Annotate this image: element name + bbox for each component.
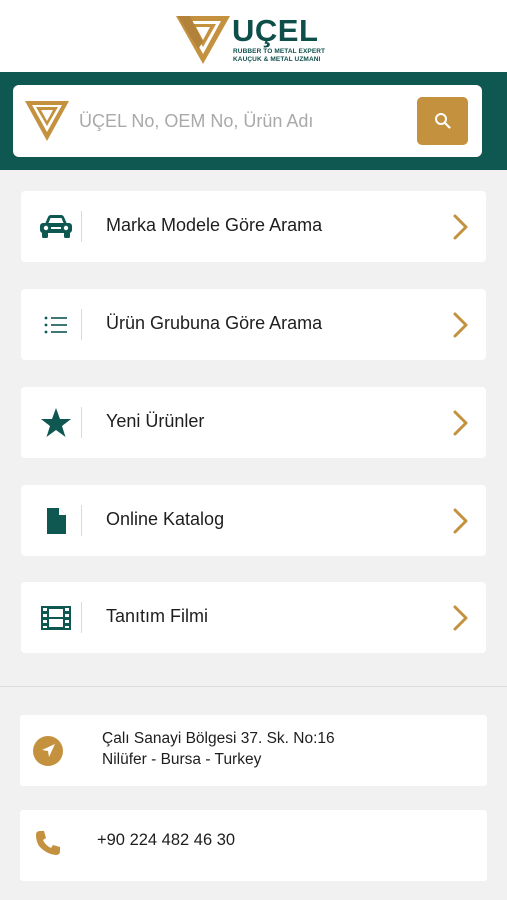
app-header: UÇEL RUBBER TO METAL EXPERT KAUÇUK & MET… bbox=[0, 0, 507, 72]
navigation-arrow-icon bbox=[33, 736, 63, 766]
search-band bbox=[0, 72, 507, 170]
chevron-right-icon bbox=[453, 605, 468, 631]
menu-item-brand-model-search[interactable]: Marka Modele Göre Arama bbox=[21, 191, 486, 262]
brand-mark-icon bbox=[176, 16, 230, 64]
menu-separator bbox=[81, 505, 82, 536]
document-icon bbox=[47, 508, 66, 534]
section-divider bbox=[0, 686, 507, 687]
address-line-1: Çalı Sanayi Bölgesi 37. Sk. No:16 bbox=[102, 730, 335, 747]
search-input[interactable] bbox=[79, 103, 409, 139]
list-icon bbox=[44, 316, 67, 334]
film-icon bbox=[41, 606, 71, 630]
chevron-right-icon bbox=[453, 214, 468, 240]
menu-item-promo-film[interactable]: Tanıtım Filmi bbox=[21, 582, 486, 653]
chevron-right-icon bbox=[453, 410, 468, 436]
address-line-2: Nilüfer - Bursa - Turkey bbox=[102, 751, 262, 768]
chevron-right-icon bbox=[453, 312, 468, 338]
car-icon bbox=[40, 215, 72, 238]
phone-icon bbox=[36, 831, 60, 855]
brand-tagline-en: RUBBER TO METAL EXPERT bbox=[233, 48, 326, 55]
search-button[interactable] bbox=[417, 97, 468, 145]
menu-item-label: Marka Modele Göre Arama bbox=[106, 215, 323, 235]
menu-item-product-group-search[interactable]: Ürün Grubuna Göre Arama bbox=[21, 289, 486, 360]
menu-item-label: Online Katalog bbox=[106, 509, 225, 529]
menu-item-online-catalog[interactable]: Online Katalog bbox=[21, 485, 486, 556]
menu-separator bbox=[81, 309, 82, 340]
menu-separator bbox=[81, 211, 82, 242]
chevron-right-icon bbox=[453, 508, 468, 534]
menu-item-label: Yeni Ürünler bbox=[106, 411, 205, 431]
menu-item-new-products[interactable]: Yeni Ürünler bbox=[21, 387, 486, 458]
brand-tagline-tr: KAUÇUK & METAL UZMANI bbox=[233, 56, 321, 63]
star-icon bbox=[41, 408, 71, 437]
search-icon bbox=[434, 113, 451, 129]
address-card[interactable]: Çalı Sanayi Bölgesi 37. Sk. No:16 Nilüfe… bbox=[20, 715, 487, 786]
menu-item-label: Tanıtım Filmi bbox=[106, 606, 209, 626]
phone-number: +90 224 482 46 30 bbox=[97, 831, 236, 849]
brand-logo: UÇEL RUBBER TO METAL EXPERT KAUÇUK & MET… bbox=[176, 14, 336, 66]
menu-separator bbox=[81, 407, 82, 438]
menu-item-label: Ürün Grubuna Göre Arama bbox=[106, 313, 323, 333]
brand-name: UÇEL bbox=[232, 13, 319, 48]
menu-separator bbox=[81, 602, 82, 633]
search-box bbox=[13, 85, 482, 157]
phone-card[interactable]: +90 224 482 46 30 bbox=[20, 810, 487, 881]
brand-mark-small-icon bbox=[25, 101, 69, 141]
